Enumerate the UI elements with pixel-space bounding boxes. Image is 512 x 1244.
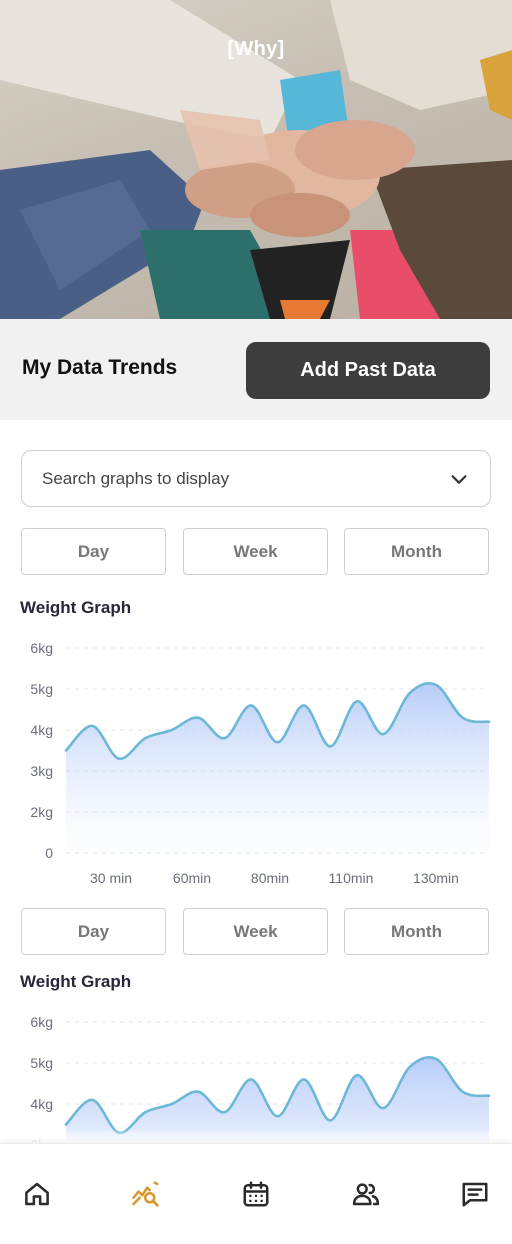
x-tick-label: 60min <box>173 870 211 886</box>
graph-title: Weight Graph <box>20 972 132 991</box>
hero-title: [Why] <box>227 38 285 60</box>
weight-chart: 6kg 5kg 4kg 3kg 2kg 0 30 min 60min 80min 110min 13… <box>0 630 512 890</box>
bottom-nav <box>0 1143 512 1244</box>
messages-icon[interactable] <box>460 1179 490 1209</box>
trends-icon[interactable] <box>131 1179 161 1209</box>
y-tick-label: 2kg <box>30 804 53 820</box>
y-tick-label: 4kg <box>30 1096 53 1112</box>
tab-week[interactable]: Week <box>183 908 328 955</box>
trends-header: My Data Trends Add Past Data <box>0 319 512 420</box>
tab-day[interactable]: Day <box>21 528 166 575</box>
home-icon[interactable] <box>22 1179 52 1209</box>
y-tick-label: 5kg <box>30 1055 53 1071</box>
y-tick-label: 6kg <box>30 1014 53 1030</box>
tab-day[interactable]: Day <box>21 908 166 955</box>
graph-search-select[interactable]: Search graphs to display <box>21 450 491 507</box>
y-tick-label: 6kg <box>30 640 53 656</box>
page-title: My Data Trends <box>22 356 178 379</box>
y-tick-label: 0 <box>45 845 53 861</box>
add-past-data-button[interactable]: Add Past Data <box>246 342 490 399</box>
calendar-icon[interactable] <box>241 1179 271 1209</box>
hero-image: [Why] <box>0 0 512 319</box>
weight-chart: 6kg5kg4kg3kg2kg0 <box>0 1004 512 1144</box>
series-area <box>66 683 489 853</box>
y-tick-label: 5kg <box>30 681 53 697</box>
weight-chart-svg: 6kg5kg4kg3kg2kg0 <box>30 1014 491 1144</box>
graph-title: Weight Graph <box>20 598 132 617</box>
x-tick-label: 30 min <box>90 870 132 886</box>
community-icon[interactable] <box>351 1179 381 1209</box>
weight-chart-svg: 6kg 5kg 4kg 3kg 2kg 0 30 min 60min 80min 110min 13… <box>30 640 491 886</box>
x-tick-label: 110min <box>329 870 374 886</box>
tab-week[interactable]: Week <box>183 528 328 575</box>
chevron-down-icon <box>451 474 467 484</box>
y-tick-label: 3kg <box>30 763 53 779</box>
tab-month[interactable]: Month <box>344 908 489 955</box>
x-tick-label: 80min <box>251 870 289 886</box>
tab-month[interactable]: Month <box>344 528 489 575</box>
x-tick-label: 130min <box>413 870 459 886</box>
scroll-fade <box>0 1128 512 1144</box>
graph-search-placeholder: Search graphs to display <box>42 468 230 488</box>
y-tick-label: 4kg <box>30 722 53 738</box>
